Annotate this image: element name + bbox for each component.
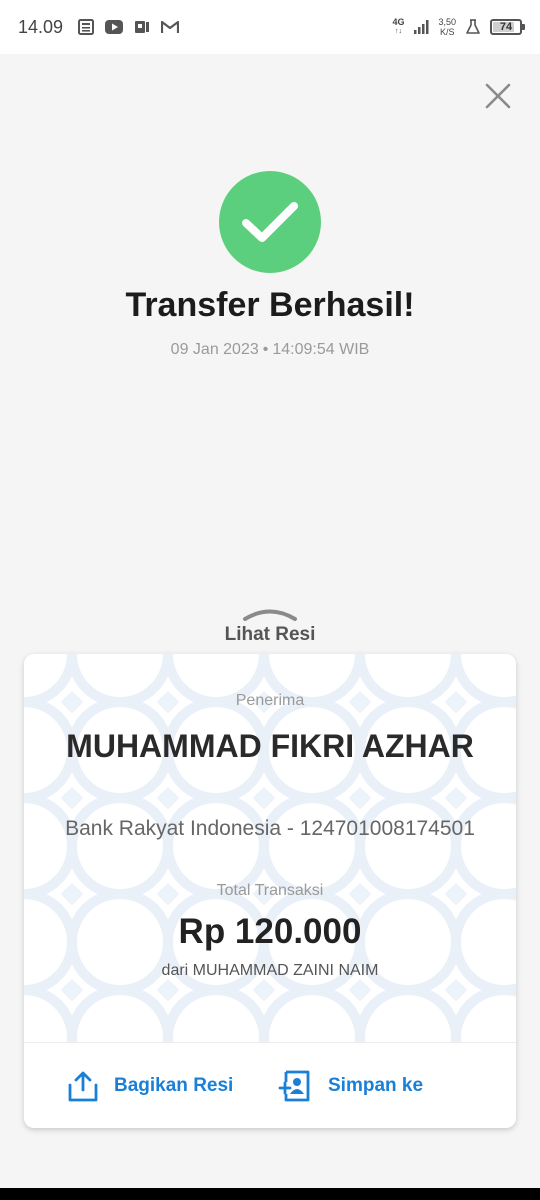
- view-receipt-toggle[interactable]: Lihat Resi: [0, 606, 540, 646]
- speed-value: 3,50: [438, 17, 456, 27]
- transaction-date: 09 Jan 2023: [170, 341, 259, 358]
- total-label: Total Transaksi: [216, 882, 324, 899]
- close-button[interactable]: [482, 80, 514, 112]
- page-title: Transfer Berhasil!: [125, 286, 415, 324]
- status-bar-right: 4G ↑↓ 3,50 K/S 74: [392, 17, 525, 37]
- recipient-name: MUHAMMAD FIKRI AZHAR: [66, 728, 474, 764]
- flask-icon: [464, 18, 482, 36]
- save-contact-icon: [278, 1070, 310, 1101]
- network-speed: 3,50 K/S: [438, 17, 456, 37]
- share-receipt-label: Bagikan Resi: [114, 1074, 234, 1096]
- network-indicator: 4G ↑↓: [392, 18, 404, 36]
- status-bar-left: 14.09: [18, 16, 180, 38]
- transaction-time: 14:09:54 WIB: [272, 341, 370, 358]
- battery-indicator: 74: [490, 19, 525, 35]
- close-icon: [485, 83, 511, 109]
- receipt-card: Penerima MUHAMMAD FIKRI AZHAR Bank Rakya…: [24, 654, 516, 1128]
- background-pattern: [24, 654, 516, 1042]
- youtube-icon: [105, 18, 124, 36]
- view-receipt-label: Lihat Resi: [224, 624, 316, 645]
- save-to-label: Simpan ke: [328, 1074, 424, 1096]
- battery-level: 74: [499, 21, 513, 33]
- datetime-separator: •: [262, 341, 269, 358]
- sender-name: dari MUHAMMAD ZAINI NAIM: [161, 962, 379, 979]
- news-icon: [77, 18, 95, 36]
- navigation-bar: [0, 1188, 540, 1200]
- chevron-up-icon: [243, 609, 297, 621]
- status-time: 14.09: [18, 16, 64, 37]
- network-arrows: ↑↓: [394, 28, 402, 35]
- transaction-amount: Rp 120.000: [178, 912, 362, 951]
- checkmark-icon: [242, 202, 298, 242]
- speed-unit: K/S: [439, 27, 455, 37]
- gmail-icon: [161, 18, 180, 36]
- receipt-actions: Bagikan Resi Simpan ke: [24, 1043, 516, 1128]
- transaction-datetime: 09 Jan 2023 • 14:09:54 WIB: [0, 341, 540, 359]
- check-circle-icon: [219, 171, 321, 273]
- signal-icon: [412, 18, 430, 36]
- app-icon: [133, 18, 151, 36]
- status-bar: 14.09 4G ↑↓ 3,50 K/S 74: [0, 0, 540, 54]
- bank-account: Bank Rakyat Indonesia - 124701008174501: [65, 817, 475, 840]
- recipient-label: Penerima: [235, 692, 305, 709]
- share-icon: [68, 1071, 98, 1101]
- share-receipt-button[interactable]: Bagikan Resi: [68, 1070, 233, 1102]
- save-to-button[interactable]: Simpan ke: [278, 1070, 423, 1102]
- network-type: 4G: [392, 17, 405, 27]
